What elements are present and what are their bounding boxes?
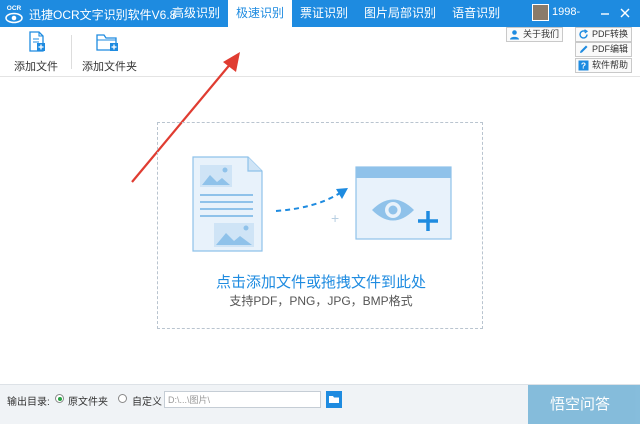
svg-text:?: ? (581, 61, 586, 71)
add-file-icon (29, 31, 45, 52)
file-drop-area[interactable]: + 点击添加文件或拖拽文件到此处 支持PDF，PNG，JPG，BMP格式 (157, 122, 483, 329)
dashed-arrow (275, 192, 341, 212)
main-menu: 高级识别 极速识别 票证识别 图片局部识别 语音识别 (164, 0, 508, 27)
output-bar: 输出目录: 原文件夹 自定义 悟空问答 (0, 384, 640, 424)
minimize-icon[interactable] (597, 3, 613, 23)
pencil-icon (580, 45, 588, 53)
user-icon (510, 30, 519, 40)
drop-subtitle: 支持PDF，PNG，JPG，BMP格式 (229, 294, 413, 308)
document-icon (192, 156, 263, 252)
tab-voice-ocr[interactable]: 语音识别 (444, 0, 508, 27)
help-button[interactable]: ? 软件帮助 (575, 58, 633, 73)
toolbar: 添加文件 添加文件夹 关于我们 PDF转换 PDF编辑 ? 软件帮助 (0, 27, 640, 77)
drop-illustration: + (192, 156, 452, 252)
about-button[interactable]: 关于我们 (506, 27, 564, 42)
tab-fast-ocr[interactable]: 极速识别 (228, 0, 293, 27)
app-logo: OCR (5, 5, 23, 24)
user-name[interactable]: 1998- (552, 6, 580, 18)
folder-icon (329, 396, 339, 403)
close-icon[interactable] (617, 3, 633, 23)
browse-folder-button[interactable] (326, 391, 342, 408)
radio-custom-folder[interactable] (118, 394, 127, 403)
tab-advanced-ocr[interactable]: 高级识别 (164, 0, 228, 27)
refresh-icon (579, 29, 589, 39)
tab-ticket-ocr[interactable]: 票证识别 (292, 0, 356, 27)
output-path-input[interactable] (164, 391, 321, 408)
logo-text: OCR (7, 5, 22, 12)
add-file-button[interactable]: 添加文件 (14, 31, 58, 74)
title-bar: OCR 迅捷OCR文字识别软件V6.8 高级识别 极速识别 票证识别 图片局部识… (0, 0, 640, 27)
add-file-label: 添加文件 (14, 61, 58, 73)
app-title: 迅捷OCR文字识别软件V6.8 (29, 8, 177, 22)
pdf-convert-label: PDF转换 (592, 29, 629, 39)
tab-partial-image-ocr[interactable]: 图片局部识别 (356, 0, 444, 27)
eye-window-icon (355, 166, 452, 240)
output-dir-label: 输出目录: (7, 397, 50, 408)
about-label: 关于我们 (523, 29, 560, 39)
add-folder-icon (96, 34, 118, 51)
svg-text:+: + (331, 210, 339, 226)
pdf-convert-button[interactable]: PDF转换 (575, 27, 633, 42)
radio-source-folder[interactable] (55, 394, 64, 403)
watermark: 悟空问答 (528, 385, 640, 424)
help-label: 软件帮助 (592, 60, 629, 70)
pdf-edit-label: PDF编辑 (592, 44, 629, 54)
source-folder-label[interactable]: 原文件夹 (68, 393, 108, 408)
pdf-edit-button[interactable]: PDF编辑 (575, 42, 633, 57)
avatar[interactable] (532, 4, 549, 21)
toolbar-divider (71, 35, 72, 69)
drop-title: 点击添加文件或拖拽文件到此处 (215, 274, 426, 291)
custom-folder-label[interactable]: 自定义 (132, 393, 162, 408)
help-icon: ? (578, 60, 589, 71)
